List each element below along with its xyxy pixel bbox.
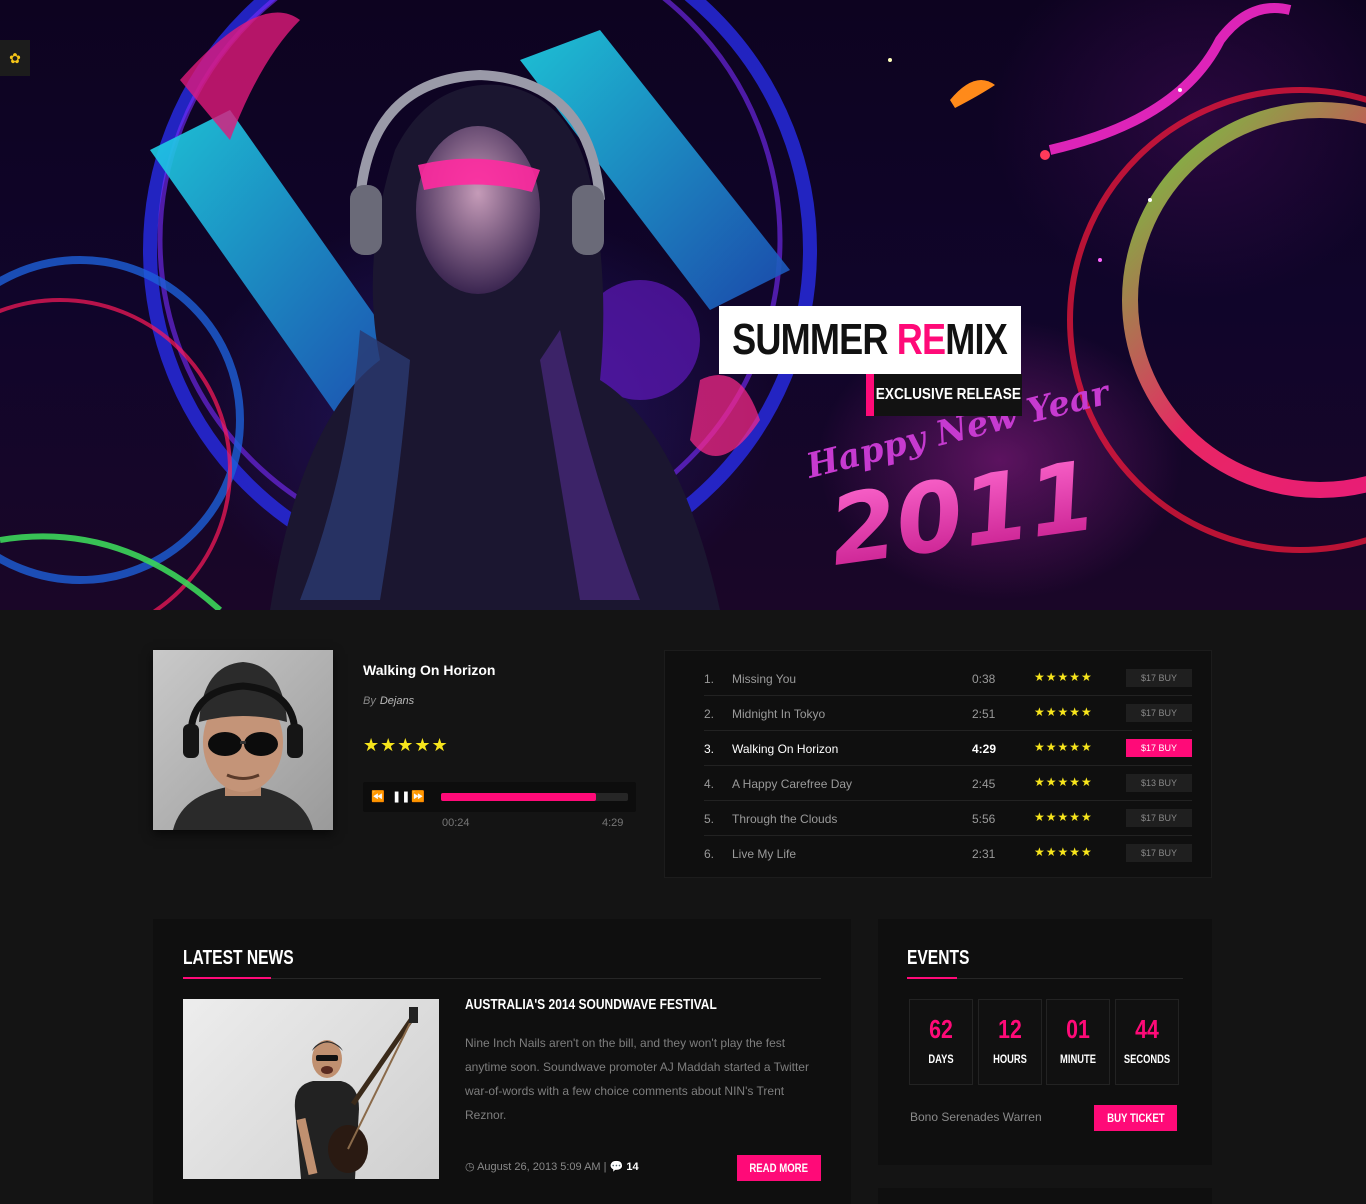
read-more-button[interactable]: READ MORE [737,1155,821,1181]
hero-title-part2: MIX [945,315,1009,364]
track-number: 4. [704,777,715,791]
settings-widget-toggle[interactable]: ✿ [0,40,30,76]
progress-bar[interactable] [441,793,628,801]
countdown-hours: 12 HOURS [978,999,1042,1085]
album-cover-image [153,650,333,830]
countdown-days-label: DAYS [928,1052,954,1066]
playlist-track-row[interactable]: 5. Through the Clouds 5:56 ★★★★★ $17 BUY [704,801,1192,836]
rewind-icon[interactable]: ⏪ [371,790,385,803]
events-panel: EVENTS 62 DAYS 12 HOURS 01 MINUTE 44 SEC… [878,919,1212,1165]
news-headline-link[interactable]: AUSTRALIA'S 2014 SOUNDWAVE FESTIVAL [465,996,717,1013]
hero-title-part1: SUMMER [732,315,898,364]
countdown-seconds: 44 SECONDS [1115,999,1179,1085]
track-number: 6. [704,847,715,861]
hero-subtitle-box: EXCLUSIVE RELEASE [866,374,1022,416]
now-playing-artist-line: By Dejans [363,695,414,707]
time-total: 4:29 [602,817,624,829]
hero-title: SUMMER REMIX [732,315,1009,365]
track-number: 1. [704,672,715,686]
playlist-track-row[interactable]: 3. Walking On Horizon 4:29 ★★★★★ $17 BUY [704,731,1192,766]
track-duration: 2:31 [972,847,996,861]
track-name[interactable]: Midnight In Tokyo [732,707,825,721]
track-rating[interactable]: ★★★★★ [1034,810,1093,824]
read-more-label: READ MORE [749,1161,809,1175]
latest-news-panel: LATEST NEWS AUSTRALIA'S 2014 SOUNDWAVE F… [153,919,851,1204]
countdown-seconds-label: SECONDS [1123,1052,1171,1066]
title-underline-accent [907,977,957,979]
track-name[interactable]: Walking On Horizon [732,742,838,756]
hero-title-box: SUMMER REMIX [719,306,1021,374]
countdown-hours-label: HOURS [993,1052,1027,1066]
comments-icon[interactable]: 💬 [610,1161,624,1173]
events-title: EVENTS [907,947,970,969]
track-name[interactable]: Through the Clouds [732,812,837,826]
countdown-minutes-value: 01 [1066,1014,1090,1044]
track-rating[interactable]: ★★★★★ [1034,845,1093,859]
now-playing-title: Walking On Horizon [363,662,496,678]
buy-ticket-label: BUY TICKET [1106,1111,1165,1125]
playlist-track-row[interactable]: 6. Live My Life 2:31 ★★★★★ $17 BUY [704,836,1192,871]
track-duration: 2:51 [972,707,996,721]
buy-track-button[interactable]: $17 BUY [1126,739,1192,757]
track-name[interactable]: Missing You [732,672,796,686]
track-rating[interactable]: ★★★★★ [1034,670,1093,684]
track-duration: 2:45 [972,777,996,791]
pause-icon[interactable]: ❚❚ [392,790,410,803]
hero-subtitle: EXCLUSIVE RELEASE [875,386,1021,403]
news-meta: ◷ August 26, 2013 5:09 AM | 💬 14 [465,1160,639,1173]
track-rating[interactable]: ★★★★★ [1034,705,1093,719]
track-number: 2. [704,707,715,721]
playlist-track-row[interactable]: 2. Midnight In Tokyo 2:51 ★★★★★ $17 BUY [704,696,1192,731]
track-name[interactable]: Live My Life [732,847,796,861]
playlist-track-row[interactable]: 1. Missing You 0:38 ★★★★★ $17 BUY [704,661,1192,696]
by-label: By [363,695,376,707]
news-excerpt: Nine Inch Nails aren't on the bill, and … [465,1036,809,1122]
track-name[interactable]: A Happy Carefree Day [732,777,852,791]
now-playing-artist[interactable]: Dejans [380,695,414,707]
countdown-days: 62 DAYS [909,999,973,1085]
track-duration: 4:29 [972,742,997,756]
clock-icon: ◷ [465,1161,475,1173]
buy-track-button[interactable]: $17 BUY [1126,809,1192,827]
buy-track-button[interactable]: $17 BUY [1126,704,1192,722]
meta-separator: | [603,1161,607,1173]
next-panel-edge [878,1188,1212,1204]
title-underline-accent [183,977,271,979]
progress-bar-fill [441,793,597,801]
countdown-minutes: 01 MINUTE [1046,999,1110,1085]
countdown-seconds-value: 44 [1135,1014,1159,1044]
hero-title-accent: RE [897,315,946,364]
fast-forward-icon[interactable]: ⏩ [411,790,425,803]
buy-track-button[interactable]: $13 BUY [1126,774,1192,792]
track-number: 3. [704,742,715,756]
countdown-hours-value: 12 [998,1014,1022,1044]
playlist: 1. Missing You 0:38 ★★★★★ $17 BUY 2. Midnight … [664,650,1212,878]
track-duration: 0:38 [972,672,996,686]
divider [183,978,821,979]
buy-track-button[interactable]: $17 BUY [1126,669,1192,687]
track-duration: 5:56 [972,812,996,826]
track-rating[interactable]: ★★★★★ [1034,775,1093,789]
news-thumbnail[interactable] [183,999,439,1179]
hero-artwork: Happy New Year 2011 [0,0,1366,610]
track-rating[interactable]: ★★★★★ [1034,740,1093,754]
buy-track-button[interactable]: $17 BUY [1126,844,1192,862]
comments-count[interactable]: 14 [626,1161,638,1173]
audio-player-controls: ⏪ ❚❚ ⏩ [363,782,636,812]
hero-banner: Happy New Year 2011 ✿ SUMMER REMIX EXCLU… [0,0,1366,610]
time-current: 00:24 [442,817,470,829]
playlist-track-row[interactable]: 4. A Happy Carefree Day 2:45 ★★★★★ $13 BUY [704,766,1192,801]
event-name[interactable]: Bono Serenades Warren [910,1110,1042,1124]
track-number: 5. [704,812,715,826]
now-playing-rating[interactable]: ★★★★★ [363,735,449,756]
news-date: August 26, 2013 5:09 AM [477,1161,601,1173]
latest-news-title: LATEST NEWS [183,947,294,969]
flower-icon: ✿ [9,49,21,66]
countdown-minutes-label: MINUTE [1060,1052,1096,1066]
countdown-days-value: 62 [929,1014,953,1044]
buy-ticket-button[interactable]: BUY TICKET [1094,1105,1177,1131]
